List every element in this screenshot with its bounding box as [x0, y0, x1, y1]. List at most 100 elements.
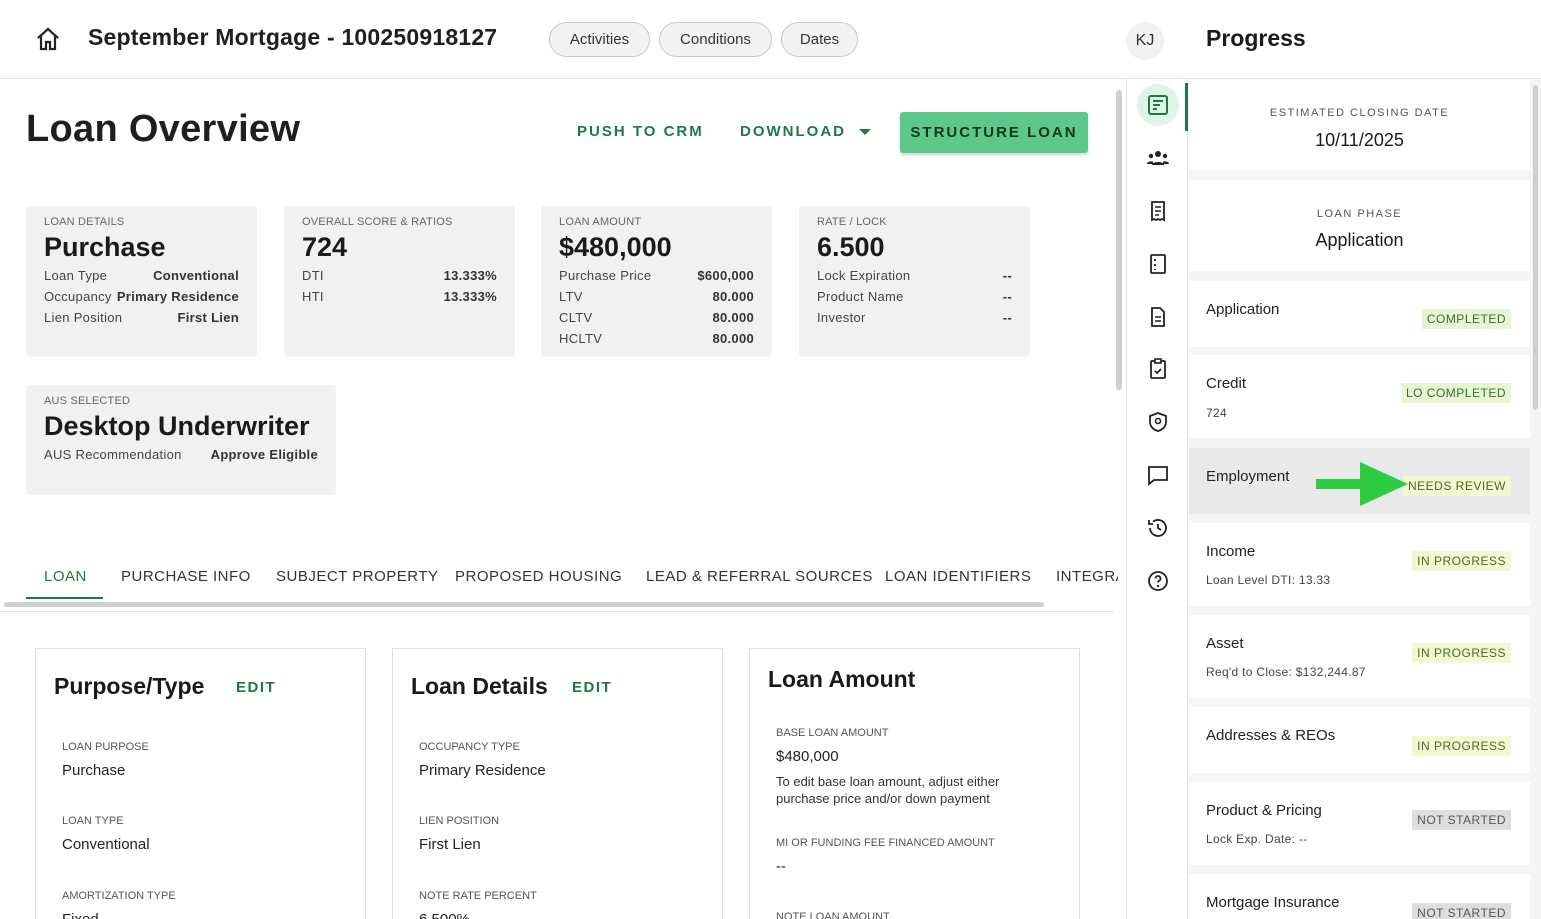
shield-icon[interactable]: [1140, 404, 1176, 440]
panel-title: Loan Amount: [768, 666, 916, 692]
tabs-divider: [0, 611, 1114, 612]
rail-active-indicator: [1185, 83, 1188, 131]
chat-icon[interactable]: [1140, 457, 1176, 493]
field-label: LOAN TYPE: [62, 815, 124, 827]
step-detail: Lock Exp. Date: --: [1206, 832, 1308, 846]
row-value: Conventional: [153, 268, 239, 283]
card-row: DTI 13.333%: [302, 268, 497, 283]
row-key: HTI: [302, 289, 324, 304]
step-income[interactable]: Income Loan Level DTI: 13.33 IN PROGRESS: [1189, 523, 1530, 606]
row-key: Lock Expiration: [817, 268, 911, 283]
edit-purpose-button[interactable]: EDIT: [236, 679, 276, 696]
step-name: Employment: [1206, 468, 1290, 485]
tab-subject-property[interactable]: SUBJECT PROPERTY: [276, 568, 438, 585]
row-key: AUS Recommendation: [44, 447, 182, 462]
row-value: --: [1002, 289, 1012, 304]
card-label: OVERALL SCORE & RATIOS: [302, 216, 453, 228]
step-detail: 724: [1206, 406, 1227, 420]
loan-amount-card: LOAN AMOUNT $480,000 Purchase Price $600,…: [541, 206, 772, 357]
history-icon[interactable]: [1140, 510, 1176, 546]
active-tab-indicator: [26, 597, 103, 599]
main-content: Loan Overview PUSH TO CRM DOWNLOAD STRUC…: [0, 80, 1118, 919]
card-label: LOAN AMOUNT: [559, 216, 642, 228]
field-value: Purchase: [62, 762, 126, 779]
edit-details-button[interactable]: EDIT: [572, 679, 612, 696]
score-ratios-card: OVERALL SCORE & RATIOS 724 DTI 13.333% HT…: [284, 206, 515, 357]
dates-button[interactable]: Dates: [781, 22, 858, 57]
row-value: 13.333%: [443, 268, 497, 283]
people-icon[interactable]: [1140, 140, 1176, 176]
conditions-button[interactable]: Conditions: [659, 22, 772, 57]
download-button[interactable]: DOWNLOAD: [740, 123, 846, 140]
card-row: Occupancy Primary Residence: [44, 289, 239, 304]
step-application[interactable]: Application COMPLETED: [1189, 281, 1530, 347]
step-name: Addresses & REOs: [1206, 727, 1336, 744]
field-value: 6.500%: [419, 911, 470, 919]
loan-amount-panel: Loan Amount BASE LOAN AMOUNT $480,000 To…: [749, 648, 1080, 919]
row-value: Primary Residence: [116, 289, 239, 304]
home-icon[interactable]: [34, 26, 62, 52]
row-key: Investor: [817, 310, 866, 325]
card-row: CLTV 80.000: [559, 310, 754, 325]
progress-scrollbar[interactable]: [1533, 85, 1538, 410]
tab-integrations[interactable]: INTEGRA: [1056, 568, 1118, 585]
main-scrollbar[interactable]: [1116, 90, 1122, 390]
tabs-scrollbar[interactable]: [4, 602, 1044, 607]
tab-loan[interactable]: LOAN: [44, 568, 87, 585]
tab-proposed-housing[interactable]: PROPOSED HOUSING: [455, 568, 622, 585]
card-value: Desktop Underwriter: [44, 411, 310, 441]
step-detail: Loan Level DTI: 13.33: [1206, 573, 1331, 587]
row-value: 80.000: [712, 310, 754, 325]
card-row: Lock Expiration --: [817, 268, 1012, 283]
card-row: Investor --: [817, 310, 1012, 325]
step-product-pricing[interactable]: Product & Pricing Lock Exp. Date: -- NOT…: [1189, 782, 1530, 865]
receipt-icon[interactable]: [1140, 193, 1176, 229]
panel-title: Purpose/Type: [54, 673, 205, 699]
progress-header: Progress: [1189, 0, 1541, 79]
activities-button[interactable]: Activities: [549, 22, 650, 57]
tab-purchase-info[interactable]: PURCHASE INFO: [121, 568, 251, 585]
field-value: Fixed: [62, 911, 99, 919]
field-label: LIEN POSITION: [419, 815, 500, 827]
caret-down-icon[interactable]: [859, 129, 871, 135]
closing-date-card: ESTIMATED CLOSING DATE 10/11/2025: [1189, 80, 1530, 170]
row-value: 80.000: [712, 289, 754, 304]
field-label: MI OR FUNDING FEE FINANCED AMOUNT: [776, 837, 995, 849]
tab-loan-identifiers[interactable]: LOAN IDENTIFIERS: [885, 568, 1031, 585]
row-value: 13.333%: [443, 289, 497, 304]
status-badge: IN PROGRESS: [1412, 643, 1511, 663]
card-label: AUS SELECTED: [44, 395, 131, 407]
row-key: Lien Position: [44, 310, 123, 325]
step-asset[interactable]: Asset Req'd to Close: $132,244.87 IN PRO…: [1189, 615, 1530, 698]
field-value: Primary Residence: [419, 762, 546, 779]
card-value: 724: [302, 232, 348, 262]
row-key: Purchase Price: [559, 268, 652, 283]
field-label: BASE LOAN AMOUNT: [776, 727, 889, 739]
row-value: --: [1002, 310, 1012, 325]
step-addresses-reos[interactable]: Addresses & REOs IN PROGRESS: [1189, 707, 1530, 773]
step-credit[interactable]: Credit 724 LO COMPLETED: [1189, 355, 1530, 438]
card-value: Purchase: [44, 232, 166, 262]
section-tabs: LOAN PURCHASE INFO SUBJECT PROPERTY PROP…: [26, 558, 1118, 600]
step-name: Credit: [1206, 375, 1247, 392]
clipboard-check-icon[interactable]: [1140, 351, 1176, 387]
card-row: Product Name --: [817, 289, 1012, 304]
tab-lead-referral-sources[interactable]: LEAD & REFERRAL SOURCES: [646, 568, 873, 585]
step-name: Application: [1206, 301, 1280, 318]
step-name: Income: [1206, 543, 1256, 560]
push-to-crm-button[interactable]: PUSH TO CRM: [577, 123, 704, 140]
step-mortgage-insurance[interactable]: Mortgage Insurance NOT STARTED: [1189, 874, 1530, 919]
help-icon[interactable]: [1140, 563, 1176, 599]
book-icon[interactable]: [1140, 246, 1176, 282]
field-label: AMORTIZATION TYPE: [62, 890, 176, 902]
loan-phase-value: Application: [1315, 230, 1404, 250]
row-value: Approve Eligible: [210, 447, 318, 462]
top-bar: September Mortgage - 100250918127 Activi…: [0, 0, 1188, 79]
user-avatar[interactable]: KJ: [1126, 22, 1164, 60]
row-key: HCLTV: [559, 331, 603, 346]
document-icon[interactable]: [1140, 299, 1176, 335]
row-key: Occupancy: [44, 289, 112, 304]
structure-loan-button[interactable]: STRUCTURE LOAN: [900, 112, 1088, 153]
overview-icon[interactable]: [1137, 84, 1179, 126]
card-label: RATE / LOCK: [817, 216, 887, 228]
